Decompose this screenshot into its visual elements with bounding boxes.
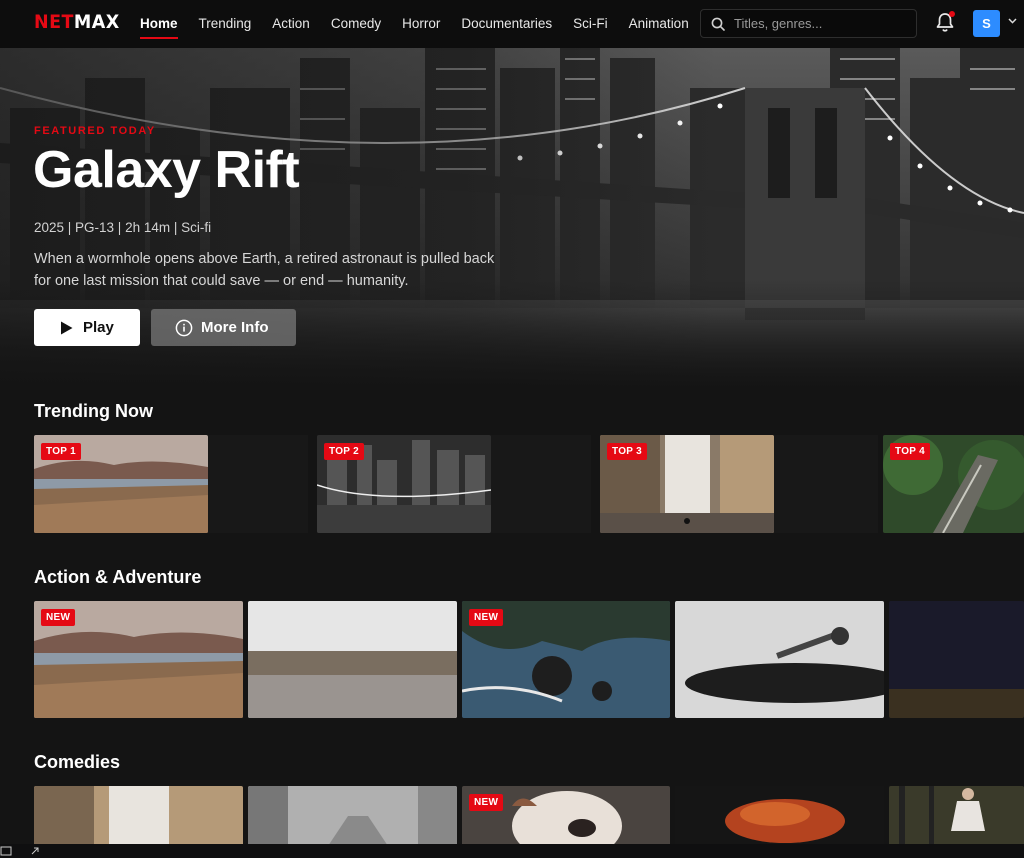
poster-thumbnail[interactable]: NEW [34, 601, 243, 718]
play-icon [61, 321, 73, 334]
trending-card[interactable]: TOP 4 [883, 435, 1024, 533]
play-button[interactable]: Play [34, 309, 140, 346]
new-badge: NEW [469, 794, 504, 811]
info-icon [175, 319, 193, 336]
chevron-down-icon[interactable] [1008, 18, 1017, 24]
new-badge: NEW [469, 609, 504, 626]
poster-thumbnail[interactable] [889, 786, 1024, 846]
new-badge: NEW [41, 609, 76, 626]
poster-thumbnail[interactable] [675, 601, 884, 718]
poster-thumbnail[interactable] [248, 601, 457, 718]
nav-link-animation[interactable]: Animation [629, 0, 689, 48]
nav-link-trending[interactable]: Trending [199, 0, 252, 48]
hero-title: Galaxy Rift [33, 141, 300, 199]
poster-thumbnail[interactable]: TOP 2 [317, 435, 491, 533]
waterfall-image [34, 786, 243, 846]
more-info-label: More Info [201, 319, 269, 336]
nav-links: Home Trending Action Comedy Horror Docum… [140, 0, 710, 48]
notifications-button[interactable] [935, 11, 955, 33]
rank-badge: TOP 3 [607, 443, 648, 460]
row-title-action: Action & Adventure [34, 567, 202, 587]
poster-thumbnail[interactable]: TOP 3 [600, 435, 774, 533]
poster-thumbnail[interactable]: TOP 1 [34, 435, 208, 533]
search-icon [711, 17, 725, 31]
nav-link-comedy[interactable]: Comedy [331, 0, 381, 48]
row-title-comedies: Comedies [34, 752, 121, 772]
nav-link-action[interactable]: Action [272, 0, 310, 48]
poster-thumbnail[interactable]: NEW [462, 601, 670, 718]
rank-badge: TOP 2 [324, 443, 365, 460]
rank-badge: TOP 4 [890, 443, 931, 460]
featured-kicker: FEATURED TODAY [34, 125, 156, 137]
row-title-trending: Trending Now [34, 401, 153, 421]
nav-link-documentaries[interactable]: Documentaries [461, 0, 552, 48]
expand-icon[interactable] [30, 846, 40, 856]
hero-description: When a wormhole opens above Earth, a ret… [34, 251, 495, 289]
top-nav: NETMAX Home Trending Action Comedy Horro… [0, 0, 1024, 48]
featured-hero: FEATURED TODAY Galaxy Rift 2025 | PG-13 … [0, 48, 1024, 390]
trending-card[interactable]: TOP 1 [34, 435, 308, 533]
avatar[interactable]: S [973, 10, 1000, 37]
notification-dot [949, 11, 955, 17]
poster-thumbnail[interactable]: TOP 4 [883, 435, 1024, 533]
play-button-label: Play [83, 319, 114, 336]
autumn-leaves-image [675, 786, 884, 846]
search-box[interactable] [700, 9, 917, 38]
more-info-button[interactable]: More Info [151, 309, 296, 346]
nav-link-scifi[interactable]: Sci-Fi [573, 0, 608, 48]
trending-card[interactable]: TOP 3 [600, 435, 878, 533]
logo-part-max: MAX [73, 11, 120, 33]
poster-thumbnail[interactable] [248, 786, 457, 846]
misty-corridor-image [248, 786, 457, 846]
poster-thumbnail[interactable]: NEW [462, 786, 670, 846]
night-sky-image [889, 601, 1024, 718]
rank-badge: TOP 1 [41, 443, 82, 460]
trending-card[interactable]: TOP 2 [317, 435, 591, 533]
screenshot-icon[interactable] [0, 846, 12, 856]
bottom-status-strip [0, 844, 1024, 858]
poster-thumbnail[interactable] [675, 786, 884, 846]
netmax-logo[interactable]: NETMAX [34, 11, 120, 33]
search-input[interactable] [732, 15, 906, 32]
record-player-image [675, 601, 884, 718]
poster-thumbnail[interactable] [34, 786, 243, 846]
forest-figure-image [889, 786, 1024, 846]
hero-meta: 2025 | PG-13 | 2h 14m | Sci-fi [34, 220, 212, 235]
logo-part-net: NET [34, 11, 74, 33]
poster-thumbnail[interactable] [889, 601, 1024, 718]
nav-link-home[interactable]: Home [140, 0, 178, 48]
nav-link-horror[interactable]: Horror [402, 0, 440, 48]
stone-breakwater-image [248, 601, 457, 718]
